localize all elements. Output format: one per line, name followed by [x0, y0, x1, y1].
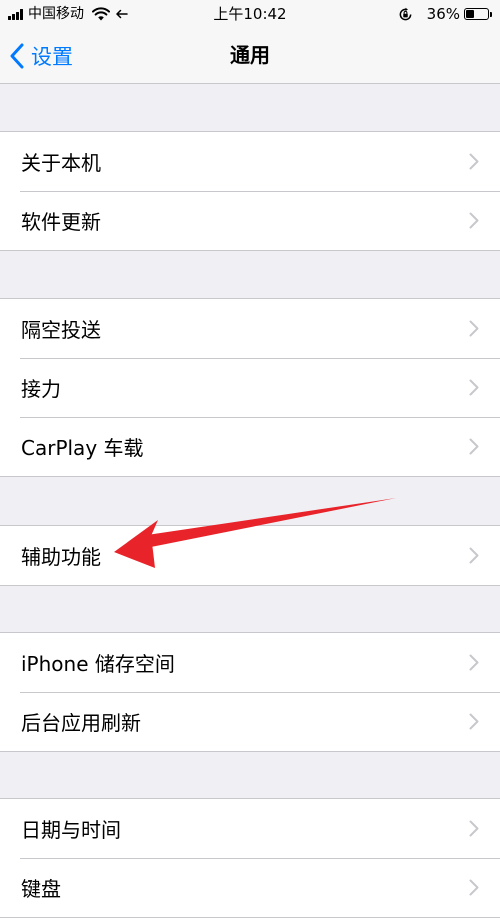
- battery-icon: [464, 8, 489, 20]
- row-label: 关于本机: [21, 151, 101, 175]
- row-accessibility[interactable]: 辅助功能: [0, 526, 500, 585]
- page-title: 通用: [230, 43, 270, 67]
- battery-level-fill: [466, 10, 474, 18]
- row-keyboard[interactable]: 键盘: [0, 858, 500, 917]
- row-background-app-refresh[interactable]: 后台应用刷新: [0, 692, 500, 751]
- row-handoff[interactable]: 接力: [0, 358, 500, 417]
- row-label: 键盘: [21, 877, 61, 901]
- settings-group-date-keyboard: 日期与时间 键盘: [0, 798, 500, 918]
- chevron-right-icon: [469, 379, 479, 396]
- row-software-update[interactable]: 软件更新: [0, 191, 500, 250]
- row-label: 后台应用刷新: [21, 711, 141, 735]
- battery-percent: 36%: [426, 5, 460, 23]
- row-label: CarPlay 车载: [21, 436, 144, 460]
- chevron-right-icon: [469, 320, 479, 337]
- chevron-right-icon: [469, 713, 479, 730]
- row-airdrop[interactable]: 隔空投送: [0, 299, 500, 358]
- chevron-right-icon: [469, 654, 479, 671]
- chevron-right-icon: [469, 438, 479, 455]
- status-right: 36%: [398, 0, 492, 28]
- chevron-right-icon: [469, 212, 479, 229]
- row-label: 隔空投送: [21, 318, 101, 342]
- row-label: 接力: [21, 377, 61, 401]
- row-label: 软件更新: [21, 210, 101, 234]
- row-iphone-storage[interactable]: iPhone 储存空间: [0, 633, 500, 692]
- navigation-bar: 设置 通用: [0, 28, 500, 84]
- chevron-right-icon: [469, 153, 479, 170]
- settings-group-accessibility: 辅助功能: [0, 525, 500, 586]
- row-label: iPhone 储存空间: [21, 652, 175, 676]
- row-carplay[interactable]: CarPlay 车载: [0, 417, 500, 476]
- chevron-right-icon: [469, 879, 479, 896]
- chevron-right-icon: [469, 820, 479, 837]
- rotation-lock-icon: [399, 7, 412, 20]
- row-label: 日期与时间: [21, 818, 121, 842]
- chevron-right-icon: [469, 547, 479, 564]
- row-date-time[interactable]: 日期与时间: [0, 799, 500, 858]
- row-label: 辅助功能: [21, 545, 101, 569]
- settings-group-about: 关于本机 软件更新: [0, 131, 500, 251]
- row-about[interactable]: 关于本机: [0, 132, 500, 191]
- battery-tip: [490, 11, 492, 17]
- settings-group-continuity: 隔空投送 接力 CarPlay 车载: [0, 298, 500, 477]
- settings-group-storage: iPhone 储存空间 后台应用刷新: [0, 632, 500, 752]
- status-bar: 中国移动 上午10:42 36%: [0, 0, 500, 28]
